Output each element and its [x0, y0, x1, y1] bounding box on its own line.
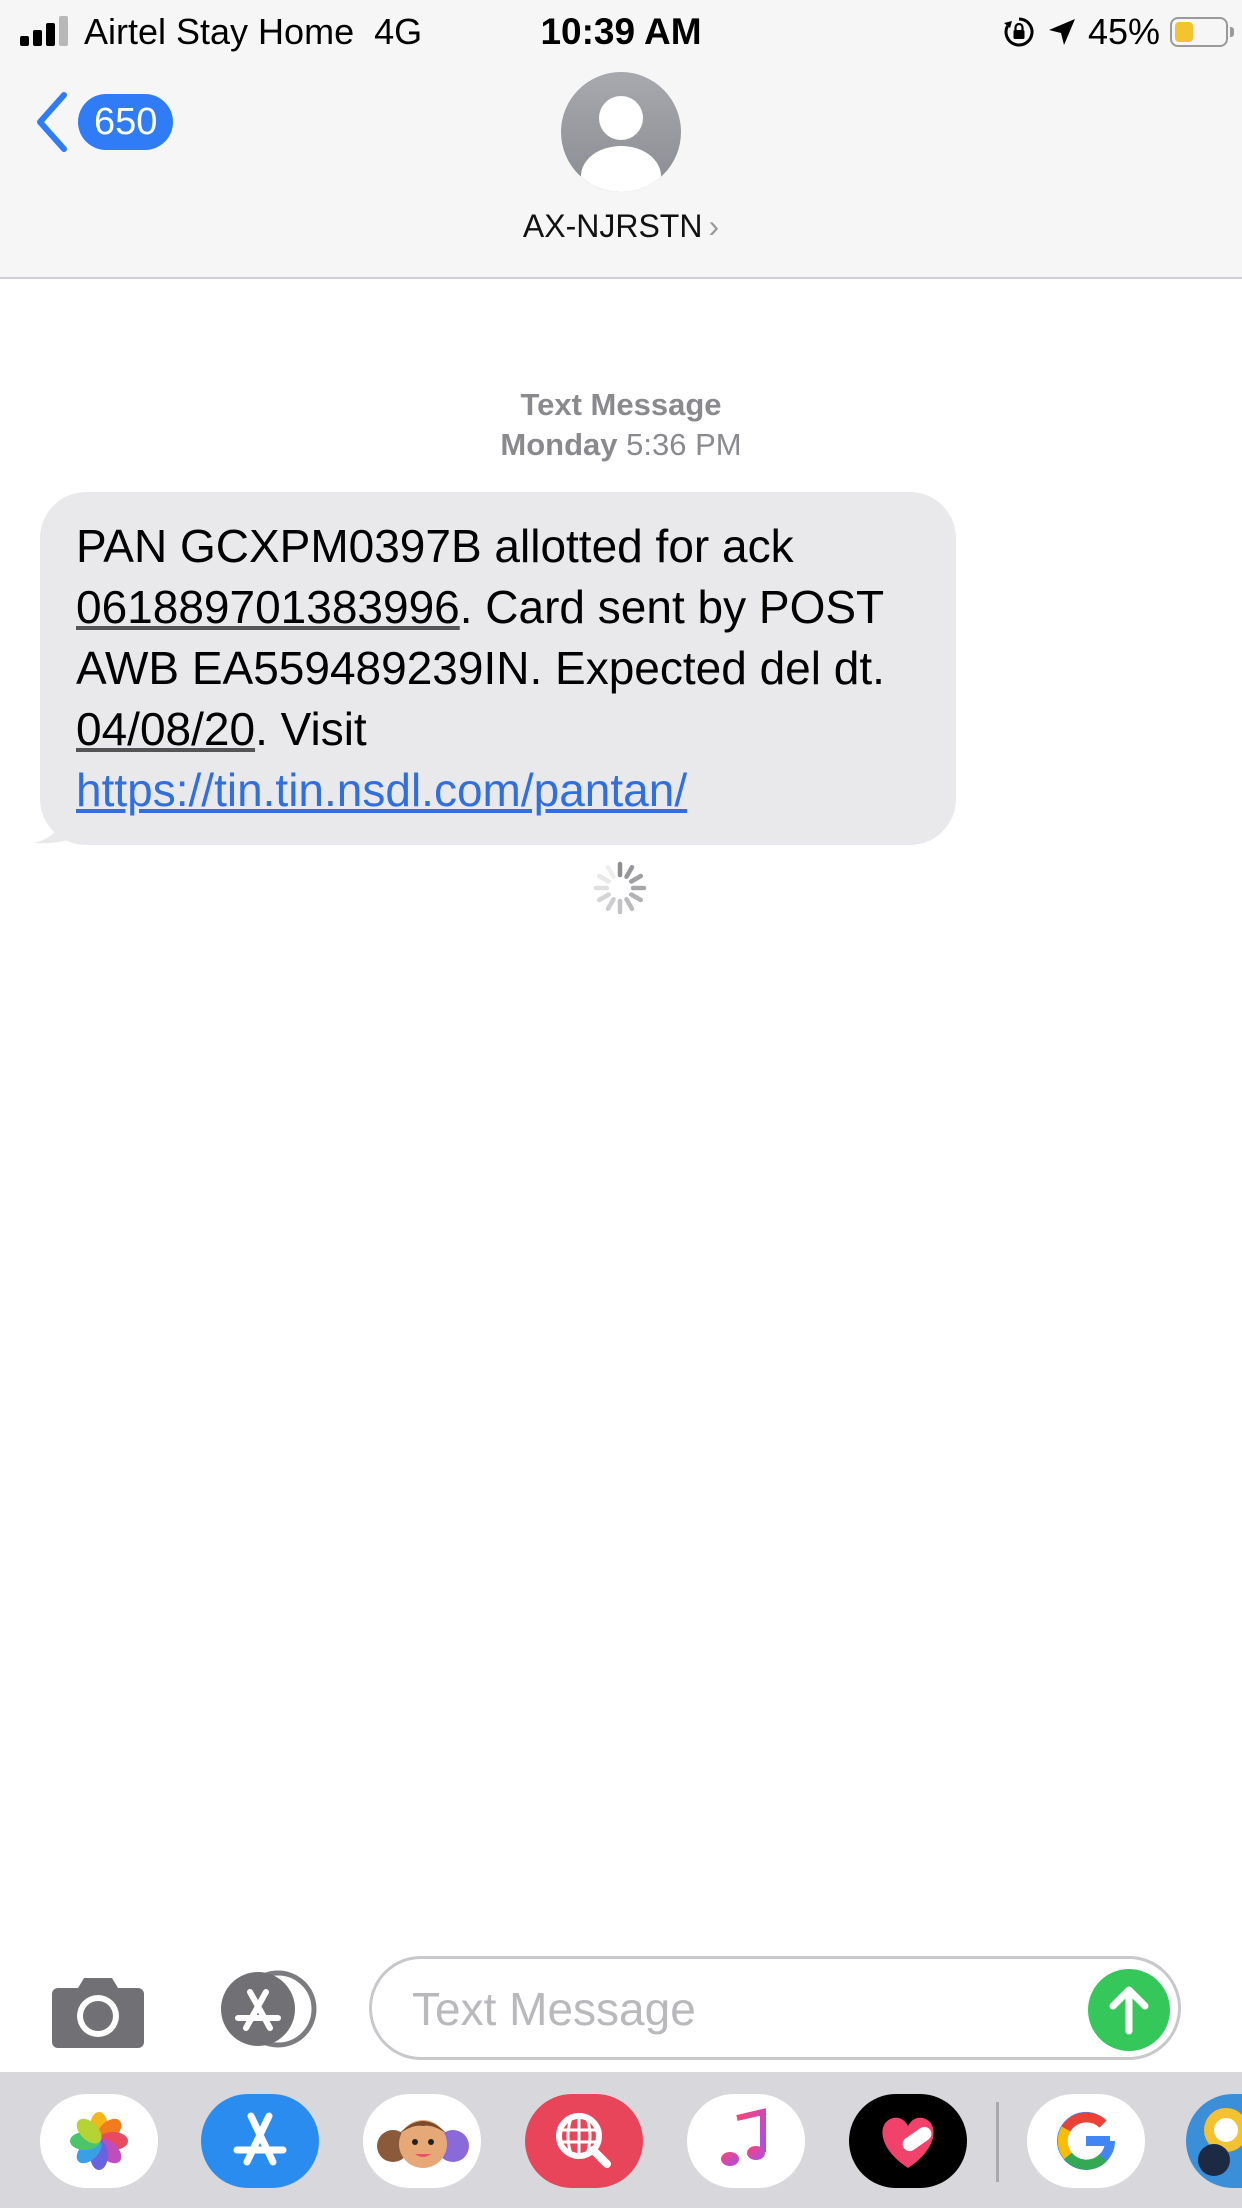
date-link[interactable]: 04/08/20	[76, 703, 255, 755]
globe-search-icon	[556, 2113, 611, 2168]
google-g-icon	[1057, 2111, 1115, 2170]
drawer-divider	[996, 2102, 999, 2182]
game-app-button[interactable]	[1186, 2094, 1242, 2188]
status-right-group: 45%	[1002, 10, 1234, 54]
google-app-button[interactable]	[1027, 2094, 1145, 2188]
message-bubble-container: PAN GCXPM0397B allotted for ack 06188970…	[34, 492, 956, 845]
battery-icon	[1170, 17, 1234, 47]
memoji-app-button[interactable]	[363, 2094, 481, 2188]
battery-percentage: 45%	[1087, 11, 1160, 52]
health-app-button[interactable]	[849, 2094, 967, 2188]
search-images-app-button[interactable]	[525, 2094, 643, 2188]
contact-name-button[interactable]: AX-NJRSTN ›	[0, 206, 1242, 246]
music-note-icon	[721, 2108, 766, 2166]
message-text: PAN GCXPM0397B allotted for ack	[76, 520, 794, 572]
unread-count-badge: 650	[78, 94, 174, 150]
battery-level-fill	[1175, 22, 1194, 42]
orientation-lock-icon	[1003, 17, 1034, 47]
arrow-up-icon	[1109, 1986, 1149, 2035]
conversation-header: 650 AX-NJRSTN ›	[0, 62, 1242, 279]
photos-app-button[interactable]	[40, 2094, 158, 2188]
person-icon	[581, 96, 661, 192]
battery-nub	[1230, 27, 1234, 37]
camera-button[interactable]	[50, 1970, 146, 2050]
heart-bandage-icon	[882, 2117, 934, 2168]
service-label: Text Message	[520, 387, 722, 422]
message-text-input[interactable]	[410, 1977, 1054, 2041]
imessage-app-drawer	[0, 2072, 1242, 2208]
send-button[interactable]	[1088, 1969, 1170, 2051]
app-store-app-button[interactable]	[201, 2094, 319, 2188]
contact-name: AX-NJRSTN	[522, 208, 703, 244]
incoming-message-bubble[interactable]: PAN GCXPM0397B allotted for ack 06188970…	[40, 492, 956, 845]
url-link[interactable]: https://tin.tin.nsdl.com/pantan/	[76, 764, 687, 816]
app-store-drawer-button[interactable]	[210, 1970, 320, 2048]
loading-spinner-icon	[593, 861, 647, 915]
status-bar: Airtel Stay Home 4G 10:39 AM 45%	[0, 0, 1242, 62]
message-input-field[interactable]	[369, 1956, 1181, 2060]
memoji-icon	[377, 2120, 469, 2168]
back-button[interactable]: 650	[34, 86, 174, 158]
location-arrow-icon	[1048, 19, 1075, 45]
chevron-right-icon: ›	[708, 208, 720, 244]
game-ball-icon	[1198, 2108, 1242, 2176]
contact-avatar[interactable]	[561, 72, 681, 192]
ack-number-link[interactable]: 061889701383996	[76, 581, 460, 633]
app-store-icon	[233, 2112, 287, 2166]
message-time: 5:36 PM	[626, 427, 742, 462]
message-day: Monday	[500, 427, 618, 462]
chevron-left-icon	[37, 92, 67, 152]
photos-icon	[70, 2112, 128, 2170]
message-timestamp: Text Message Monday 5:36 PM	[0, 385, 1242, 465]
message-text: . Visit	[255, 703, 367, 755]
music-app-button[interactable]	[687, 2094, 805, 2188]
